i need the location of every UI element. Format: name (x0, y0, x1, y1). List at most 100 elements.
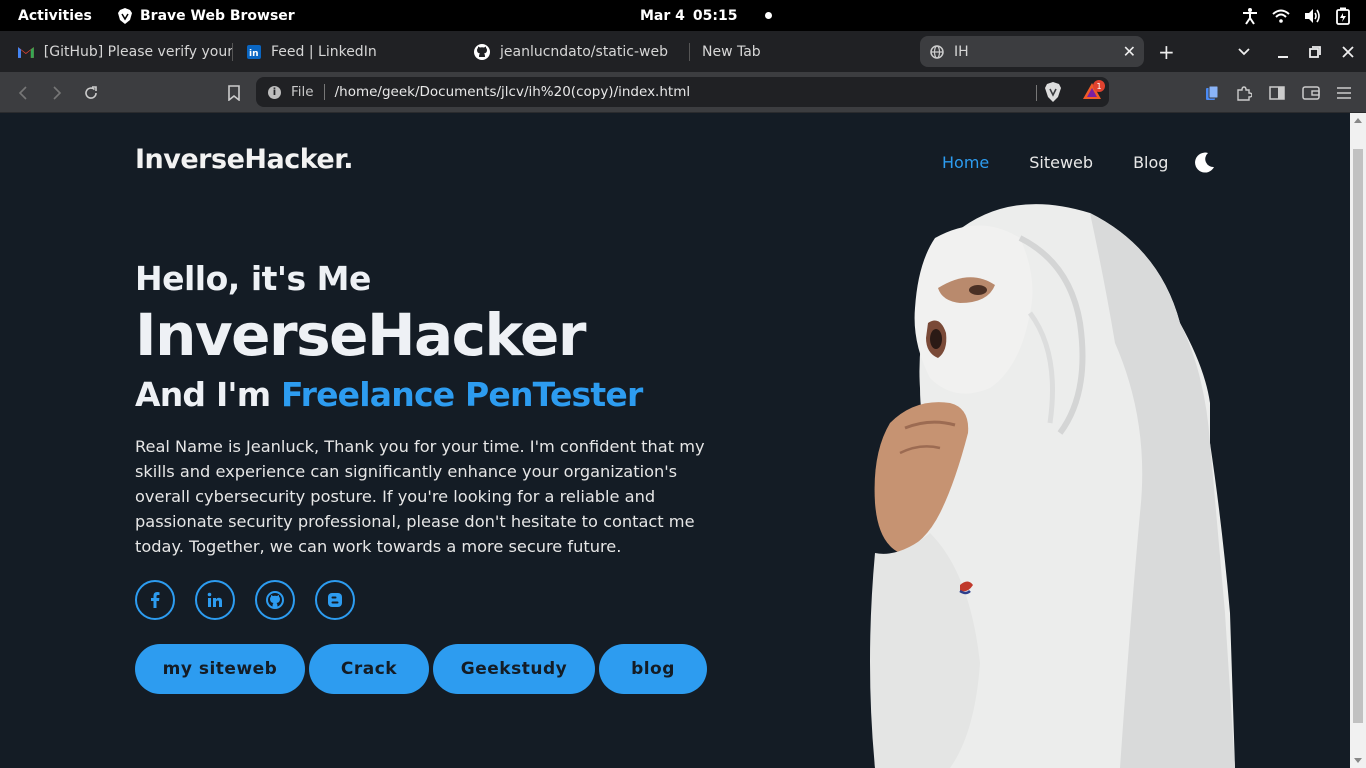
hero-greeting: Hello, it's Me (135, 259, 371, 298)
clock-date: Mar 4 (640, 7, 685, 24)
scroll-up-arrow-icon[interactable] (1354, 118, 1362, 123)
tab-github[interactable]: jeanlucndato/static-web (474, 31, 690, 72)
tab-linkedin[interactable]: in Feed | LinkedIn (247, 31, 457, 72)
wifi-icon (1272, 9, 1290, 23)
hero-role-highlight: Freelance PenTester (281, 375, 643, 414)
plus-icon: + (1158, 39, 1175, 64)
brave-lion-icon (118, 7, 132, 24)
nav-link-siteweb[interactable]: Siteweb (1029, 153, 1093, 172)
close-window-button[interactable] (1342, 31, 1354, 72)
battery-icon (1336, 7, 1350, 25)
github-icon (474, 43, 490, 60)
tab-title: Feed | LinkedIn (271, 43, 377, 60)
site-logo[interactable]: InverseHacker. (135, 144, 353, 175)
rewards-count-badge: 1 (1093, 80, 1105, 92)
system-tray[interactable] (1242, 0, 1350, 31)
social-blogger-button[interactable] (315, 580, 355, 620)
web-page: InverseHacker. Home Siteweb Blog Hello, … (0, 113, 1350, 768)
linkedin-icon (207, 592, 222, 607)
sidebar-icon (1269, 85, 1285, 100)
reload-button[interactable] (81, 72, 101, 113)
tab-separator (689, 43, 690, 61)
tab-close-icon[interactable]: ✕ (1123, 42, 1136, 61)
forward-arrow-icon (53, 85, 62, 100)
new-tab-button[interactable]: + (1158, 31, 1178, 72)
sidebar-button[interactable] (1268, 72, 1286, 113)
social-github-button[interactable] (255, 580, 295, 620)
back-arrow-icon (18, 85, 27, 100)
tab-title: jeanlucndato/static-web (500, 43, 668, 60)
document-copy-icon (1206, 85, 1219, 100)
github-icon (266, 591, 284, 609)
tab-active-ih[interactable]: IH ✕ (920, 36, 1144, 67)
brave-shields-icon[interactable] (1045, 82, 1061, 102)
site-nav: Home Siteweb Blog (942, 153, 1168, 172)
tab-strip: [GitHub] Please verify your in Feed | Li… (0, 31, 1366, 72)
app-menu[interactable]: Brave Web Browser (118, 0, 295, 31)
wallet-button[interactable] (1301, 72, 1321, 113)
globe-icon (930, 44, 944, 59)
address-bar[interactable]: i File /home/geek/Documents/jlcv/ih%20(c… (256, 77, 1109, 107)
scroll-down-arrow-icon[interactable] (1354, 758, 1362, 763)
url-divider (323, 84, 325, 100)
nav-link-home[interactable]: Home (942, 153, 989, 172)
minimize-icon (1278, 55, 1288, 58)
tab-new-tab[interactable]: New Tab (702, 31, 902, 72)
social-linkedin-button[interactable] (195, 580, 235, 620)
tab-title: New Tab (702, 43, 761, 60)
linkedin-icon: in (247, 44, 261, 59)
scrollbar-thumb[interactable] (1353, 149, 1363, 723)
url-actions-divider (1036, 85, 1037, 101)
page-scrollbar[interactable] (1350, 113, 1366, 768)
extension-docs-button[interactable] (1203, 72, 1221, 113)
facebook-icon (151, 592, 160, 608)
nav-link-blog[interactable]: Blog (1133, 153, 1168, 172)
blog-button[interactable]: blog (599, 644, 707, 694)
url-text[interactable]: /home/geek/Documents/jlcv/ih%20(copy)/in… (335, 84, 691, 100)
blogger-icon (328, 593, 342, 607)
hero-bio: Real Name is Jeanluck, Thank you for you… (135, 437, 705, 556)
extensions-button[interactable] (1235, 72, 1253, 113)
chevron-down-icon (1238, 47, 1250, 55)
close-icon (1342, 45, 1354, 58)
gmail-icon (18, 46, 34, 58)
system-top-bar: Activities Brave Web Browser Mar 4 05:15 (0, 0, 1366, 31)
accessibility-icon (1243, 7, 1257, 25)
hero-role-prefix: And I'm (135, 375, 281, 414)
url-scheme-label: File (291, 84, 314, 100)
clock-time: 05:15 (692, 7, 738, 24)
social-facebook-button[interactable] (135, 580, 175, 620)
hero-role: And I'm Freelance PenTester (135, 375, 643, 414)
browser-toolbar: i File /home/geek/Documents/jlcv/ih%20(c… (0, 72, 1366, 113)
back-button[interactable] (14, 72, 32, 113)
tab-title: [GitHub] Please verify your (43, 43, 233, 60)
cta-buttons: my siteweb Crack Geekstudy blog (135, 644, 707, 694)
tab-search-button[interactable] (1238, 31, 1250, 72)
app-name-label: Brave Web Browser (140, 7, 295, 24)
restore-icon (1309, 45, 1321, 58)
hero-name: InverseHacker (135, 301, 587, 369)
activities-button[interactable]: Activities (18, 0, 92, 31)
volume-icon (1305, 8, 1320, 23)
bookmark-button[interactable] (226, 72, 242, 113)
moon-icon[interactable] (1192, 151, 1216, 175)
minimize-button[interactable] (1277, 31, 1289, 72)
siteweb-button[interactable]: my siteweb (135, 644, 305, 694)
geekstudy-button[interactable]: Geekstudy (433, 644, 595, 694)
puzzle-icon (1237, 85, 1252, 101)
site-info-icon[interactable]: i (268, 85, 281, 99)
maximize-button[interactable] (1309, 31, 1321, 72)
reload-icon (85, 85, 97, 99)
crack-button[interactable]: Crack (309, 644, 429, 694)
tab-separator (232, 43, 233, 61)
bookmark-icon (228, 84, 240, 101)
forward-button[interactable] (48, 72, 66, 113)
clock[interactable]: Mar 4 05:15 (640, 0, 773, 31)
hamburger-menu-icon (1337, 86, 1351, 99)
hero-person-image (870, 204, 1235, 768)
main-menu-button[interactable] (1335, 72, 1353, 113)
tab-title: IH (954, 43, 969, 60)
tab-gmail[interactable]: [GitHub] Please verify your (18, 31, 233, 72)
svg-text:in: in (249, 49, 259, 59)
wallet-icon (1302, 85, 1320, 100)
